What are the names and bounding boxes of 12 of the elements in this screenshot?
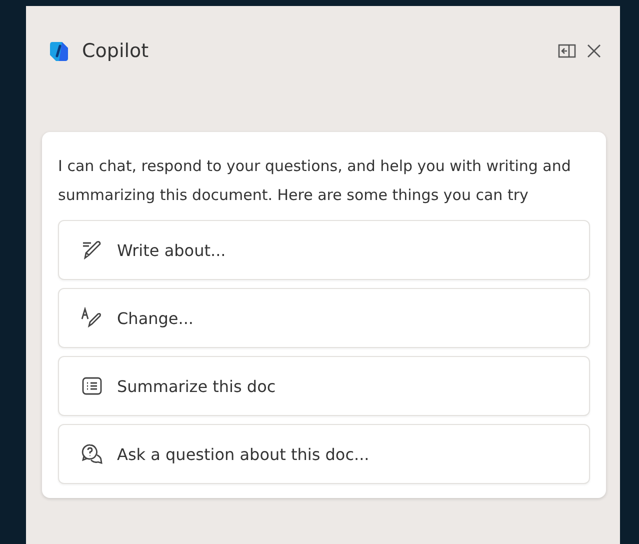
suggestion-button[interactable]: Summarize this doc	[58, 356, 590, 416]
pen-icon	[81, 239, 103, 261]
text-edit-icon	[81, 307, 103, 329]
intro-text: I can chat, respond to your questions, and help you with writing and summarizing this document. Here are some things you can try	[58, 156, 572, 206]
suggestion-button[interactable]: Change...	[58, 288, 590, 348]
panel-title: Copilot	[82, 40, 149, 62]
question-chat-icon	[81, 443, 103, 465]
suggestion-button[interactable]: Write about...	[58, 220, 590, 280]
close-icon[interactable]	[586, 43, 602, 59]
dock-icon[interactable]	[558, 43, 576, 59]
list-icon	[81, 375, 103, 397]
suggestion-button[interactable]: Ask a question about this doc...	[58, 424, 590, 484]
